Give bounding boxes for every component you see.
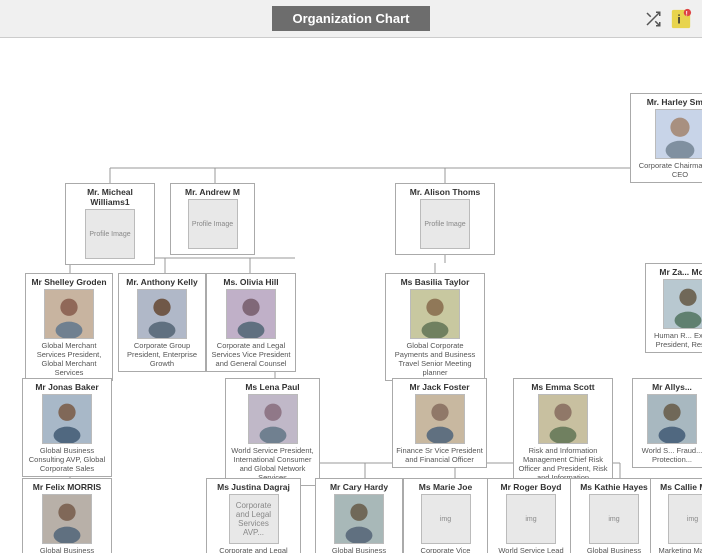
toolbar: Organization Chart i ! bbox=[0, 0, 702, 38]
jonas-avatar bbox=[42, 394, 92, 444]
roger-title: World Service Lead Programmer Analyst bbox=[491, 546, 571, 553]
marie-name: Ms Marie Joe bbox=[407, 482, 484, 492]
node-ceo[interactable]: Mr. Harley Smith Corporate Chairman and … bbox=[630, 93, 702, 183]
chart-title: Organization Chart bbox=[272, 6, 429, 31]
micheal-img: Profile Image bbox=[85, 209, 135, 259]
node-basilia[interactable]: Ms Basilia Taylor Global Corporate Payme… bbox=[385, 273, 485, 381]
node-cary[interactable]: Mr Cary Hardy Global Business Consulting… bbox=[315, 478, 403, 553]
allys-name: Mr Allys... bbox=[636, 382, 702, 392]
basilia-avatar bbox=[410, 289, 460, 339]
felix-avatar bbox=[42, 494, 92, 544]
shelley-title: Global Merchant Services President, Glob… bbox=[29, 341, 109, 377]
jack-title: Finance Sr Vice President and Financial … bbox=[396, 446, 483, 464]
ceo-name: Mr. Harley Smith bbox=[634, 97, 702, 107]
za-avatar bbox=[663, 279, 702, 329]
justina-img: Corporate and Legal Services AVP... bbox=[229, 494, 279, 544]
anthony-title: Corporate Group President, Enterprise Gr… bbox=[122, 341, 202, 368]
lena-avatar bbox=[248, 394, 298, 444]
node-marie[interactable]: Ms Marie Joe img Corporate Vice Chairman bbox=[403, 478, 488, 553]
node-micheal[interactable]: Mr. Micheal Williams1 Profile Image bbox=[65, 183, 155, 265]
app-container: Organization Chart i ! bbox=[0, 0, 702, 553]
jonas-name: Mr Jonas Baker bbox=[26, 382, 108, 392]
node-roger[interactable]: Mr Roger Boyd img World Service Lead Pro… bbox=[487, 478, 575, 553]
ceo-avatar bbox=[655, 109, 702, 159]
anthony-avatar bbox=[137, 289, 187, 339]
node-anthony[interactable]: Mr. Anthony Kelly Corporate Group Presid… bbox=[118, 273, 206, 372]
kathie-img: img bbox=[589, 494, 639, 544]
shelley-name: Mr Shelley Groden bbox=[29, 277, 109, 287]
andrew-name: Mr. Andrew M bbox=[174, 187, 251, 197]
jack-avatar bbox=[415, 394, 465, 444]
justina-name: Ms Justina Dagraj bbox=[210, 482, 297, 492]
chart-area[interactable]: Mr. Harley Smith Corporate Chairman and … bbox=[0, 38, 702, 553]
chart-scroll: Mr. Harley Smith Corporate Chairman and … bbox=[10, 48, 702, 553]
node-allys[interactable]: Mr Allys... World S... Fraud... Protecti… bbox=[632, 378, 702, 468]
shuffle-icon[interactable] bbox=[642, 8, 664, 30]
svg-text:!: ! bbox=[686, 10, 688, 17]
node-kathie[interactable]: Ms Kathie Hayes img Global Business Cons… bbox=[570, 478, 658, 553]
toolbar-icons: i ! bbox=[642, 8, 692, 30]
jack-name: Mr Jack Foster bbox=[396, 382, 483, 392]
olivia-avatar bbox=[226, 289, 276, 339]
info-icon[interactable]: i ! bbox=[670, 8, 692, 30]
kathie-name: Ms Kathie Hayes bbox=[574, 482, 654, 492]
node-shelley[interactable]: Mr Shelley Groden Global Merchant Servic… bbox=[25, 273, 113, 381]
roger-img: img bbox=[506, 494, 556, 544]
node-olivia[interactable]: Ms. Olivia Hill Corporate and Legal Serv… bbox=[206, 273, 296, 372]
olivia-title: Corporate and Legal Services Vice Presid… bbox=[210, 341, 292, 368]
felix-name: Mr Felix MORRIS bbox=[26, 482, 108, 492]
za-title: Human R... Execu... President, Resou... bbox=[649, 331, 702, 349]
lena-name: Ms Lena Paul bbox=[229, 382, 316, 392]
svg-text:i: i bbox=[677, 13, 680, 27]
cary-avatar bbox=[334, 494, 384, 544]
node-andrew[interactable]: Mr. Andrew M Profile Image bbox=[170, 183, 255, 255]
olivia-name: Ms. Olivia Hill bbox=[210, 277, 292, 287]
basilia-title: Global Corporate Payments and Business T… bbox=[389, 341, 481, 377]
justina-title: Corporate and Legal Services AVP, Corpor… bbox=[210, 546, 297, 553]
node-jack[interactable]: Mr Jack Foster Finance Sr Vice President… bbox=[392, 378, 487, 468]
lena-title: World Service President, International C… bbox=[229, 446, 316, 482]
marie-title: Corporate Vice Chairman bbox=[407, 546, 484, 553]
node-justina[interactable]: Ms Justina Dagraj Corporate and Legal Se… bbox=[206, 478, 301, 553]
allys-title: World S... Fraud... Protection... bbox=[636, 446, 702, 464]
marie-img: img bbox=[421, 494, 471, 544]
kathie-title: Global Business Consulting Executive bbox=[574, 546, 654, 553]
callie-name: Ms Callie Martin bbox=[654, 482, 702, 492]
node-alison[interactable]: Mr. Alison Thoms Profile Image bbox=[395, 183, 495, 255]
alison-name: Mr. Alison Thoms bbox=[399, 187, 491, 197]
alison-img: Profile Image bbox=[420, 199, 470, 249]
za-name: Mr Za... Moc... bbox=[649, 267, 702, 277]
basilia-name: Ms Basilia Taylor bbox=[389, 277, 481, 287]
node-felix[interactable]: Mr Felix MORRIS Global Business Consulti… bbox=[22, 478, 112, 553]
cary-name: Mr Cary Hardy bbox=[319, 482, 399, 492]
callie-title: Marketing Marketing Executive bbox=[654, 546, 702, 553]
callie-img: img bbox=[668, 494, 702, 544]
node-lena[interactable]: Ms Lena Paul World Service President, In… bbox=[225, 378, 320, 486]
ceo-title: Corporate Chairman and CEO bbox=[634, 161, 702, 179]
anthony-name: Mr. Anthony Kelly bbox=[122, 277, 202, 287]
micheal-name: Mr. Micheal Williams1 bbox=[69, 187, 151, 207]
jonas-title: Global Business Consulting AVP, Global C… bbox=[26, 446, 108, 473]
felix-title: Global Business Consulting Group Preside… bbox=[26, 546, 108, 553]
node-callie[interactable]: Ms Callie Martin img Marketing Marketing… bbox=[650, 478, 702, 553]
shelley-avatar bbox=[44, 289, 94, 339]
allys-avatar bbox=[647, 394, 697, 444]
emma-avatar bbox=[538, 394, 588, 444]
emma-name: Ms Emma Scott bbox=[517, 382, 609, 392]
roger-name: Mr Roger Boyd bbox=[491, 482, 571, 492]
node-za[interactable]: Mr Za... Moc... Human R... Execu... Pres… bbox=[645, 263, 702, 353]
cary-title: Global Business Consulting Analyst bbox=[319, 546, 399, 553]
node-jonas[interactable]: Mr Jonas Baker Global Business Consultin… bbox=[22, 378, 112, 477]
andrew-img: Profile Image bbox=[188, 199, 238, 249]
